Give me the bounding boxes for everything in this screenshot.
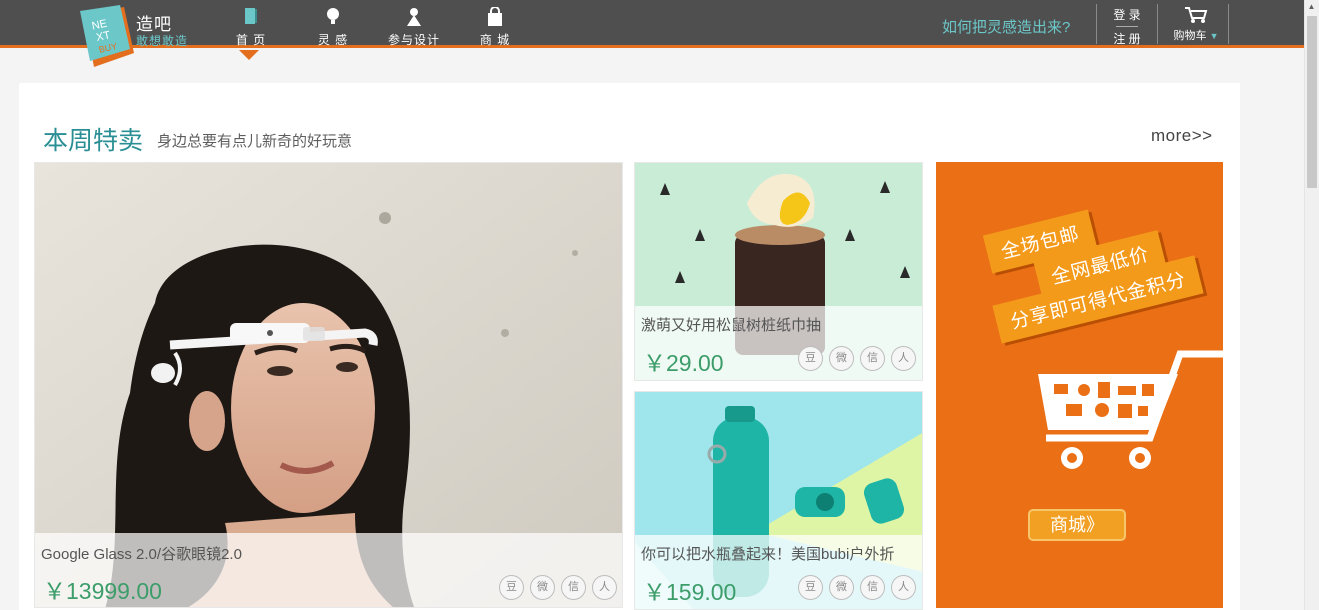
product-name[interactable]: 你可以把水瓶叠起来！美国bubi户外折 xyxy=(641,543,894,564)
how-to-create-link[interactable]: 如何把灵感造出来? xyxy=(942,16,1070,37)
product-price: ￥159.00 xyxy=(643,579,737,605)
share-buttons: 豆 微 信 人 xyxy=(499,575,617,600)
header-divider xyxy=(1228,4,1229,44)
product-name[interactable]: 激萌又好用松鼠树桩纸巾抽 xyxy=(641,314,821,335)
auth-links: 登 录 注 册 xyxy=(1104,6,1150,47)
wechat-share-icon[interactable]: 信 xyxy=(561,575,586,600)
wechat-share-icon[interactable]: 信 xyxy=(860,346,885,371)
product-caption: 激萌又好用松鼠树桩纸巾抽 ￥29.00 豆 微 信 人 xyxy=(635,306,922,380)
person-icon xyxy=(407,8,421,26)
share-buttons: 豆 微 信 人 xyxy=(798,575,916,600)
login-link[interactable]: 登 录 xyxy=(1104,6,1150,23)
weibo-share-icon[interactable]: 微 xyxy=(829,575,854,600)
nav-inspiration-label: 灵 感 xyxy=(317,33,349,47)
douban-share-icon[interactable]: 豆 xyxy=(499,575,524,600)
product-price: ￥13999.00 xyxy=(43,578,162,604)
shopping-cart-icon xyxy=(1038,350,1223,469)
douban-share-icon[interactable]: 豆 xyxy=(798,575,823,600)
nav-mall[interactable]: 商 城 xyxy=(468,0,522,48)
product-card-bubi-bottle[interactable]: 你可以把水瓶叠起来！美国bubi户外折 ￥159.00 豆 微 信 人 xyxy=(634,391,923,610)
douban-share-icon[interactable]: 豆 xyxy=(798,346,823,371)
weibo-share-icon[interactable]: 微 xyxy=(829,346,854,371)
weekly-sale-panel: 本周特卖 身边总要有点儿新奇的好玩意 more>> Google Glass 2… xyxy=(19,83,1240,610)
product-price: ￥29.00 xyxy=(643,350,724,376)
renren-share-icon[interactable]: 人 xyxy=(592,575,617,600)
share-buttons: 豆 微 信 人 xyxy=(798,346,916,371)
shopping-bag-icon xyxy=(488,7,502,26)
header-divider xyxy=(1096,4,1097,44)
more-link[interactable]: more>> xyxy=(1151,126,1213,146)
nexbuy-logo-icon[interactable]: NE XT BUY xyxy=(76,5,136,75)
wechat-share-icon[interactable]: 信 xyxy=(860,575,885,600)
cart-button[interactable]: 购物车 ▼ xyxy=(1166,6,1226,43)
active-nav-indicator xyxy=(239,50,259,60)
weibo-share-icon[interactable]: 微 xyxy=(530,575,555,600)
header-divider xyxy=(1157,4,1158,44)
product-card-squirrel-tissue-holder[interactable]: 激萌又好用松鼠树桩纸巾抽 ￥29.00 豆 微 信 人 xyxy=(634,162,923,381)
product-caption: 你可以把水瓶叠起来！美国bubi户外折 ￥159.00 豆 微 信 人 xyxy=(635,535,922,609)
scrollbar-thumb[interactable] xyxy=(1307,16,1317,188)
brand-slogan: 敢想敢造 xyxy=(136,34,189,48)
product-caption: Google Glass 2.0/谷歌眼镜2.0 ￥13999.00 豆 微 信… xyxy=(35,533,622,607)
nav-inspiration[interactable]: 灵 感 xyxy=(306,0,360,48)
product-card-google-glass[interactable]: Google Glass 2.0/谷歌眼镜2.0 ￥13999.00 豆 微 信… xyxy=(34,162,623,608)
product-name[interactable]: Google Glass 2.0/谷歌眼镜2.0 xyxy=(41,543,242,564)
top-navigation-bar: NE XT BUY 造吧 敢想敢造 首 页 灵 感 参与设计 商 城 如何把灵感… xyxy=(0,0,1304,67)
nav-mall-label: 商 城 xyxy=(479,33,511,47)
mall-promo-banner[interactable]: 全场包邮 全网最低价 分享即可得代金积分 商城》 xyxy=(936,162,1223,608)
nav-home[interactable]: 首 页 xyxy=(224,0,278,48)
section-subtitle: 身边总要有点儿新奇的好玩意 xyxy=(157,133,353,150)
renren-share-icon[interactable]: 人 xyxy=(891,575,916,600)
nav-participate-design[interactable]: 参与设计 xyxy=(384,0,444,48)
register-link[interactable]: 注 册 xyxy=(1104,30,1150,47)
shopping-cart-icon xyxy=(1185,7,1208,23)
book-icon xyxy=(245,8,257,24)
scroll-up-arrow-icon[interactable]: ▲ xyxy=(1304,0,1319,14)
nav-home-label: 首 页 xyxy=(235,33,267,47)
cart-label: 购物车 xyxy=(1173,30,1207,42)
mall-button[interactable]: 商城》 xyxy=(1028,509,1126,541)
section-title: 本周特卖 xyxy=(43,127,144,155)
dropdown-arrow-icon: ▼ xyxy=(1209,31,1219,41)
auth-separator xyxy=(1116,26,1138,27)
lightbulb-icon xyxy=(327,8,339,24)
nav-participate-design-label: 参与设计 xyxy=(387,33,440,47)
renren-share-icon[interactable]: 人 xyxy=(891,346,916,371)
